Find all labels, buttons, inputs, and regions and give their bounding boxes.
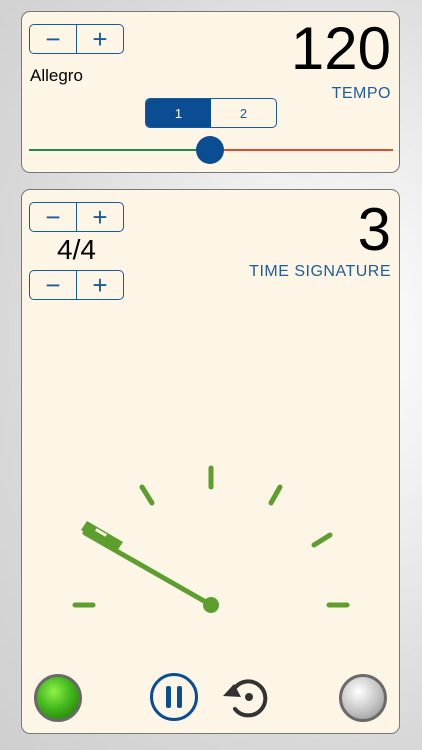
tempo-panel: − + Allegro 120 TEMPO 1 2	[21, 11, 400, 173]
reset-icon[interactable]	[220, 670, 274, 724]
tempo-value: 120	[290, 15, 391, 82]
pause-icon	[166, 686, 171, 708]
gray-light-icon[interactable]	[339, 674, 387, 722]
green-light-icon[interactable]	[34, 674, 82, 722]
tempo-slider-track-min[interactable]	[29, 149, 210, 151]
dial-tick	[311, 532, 333, 548]
tempo-name-label: Allegro	[30, 66, 83, 85]
tempo-increase-button[interactable]: +	[76, 25, 123, 53]
subdivision-segmented-control[interactable]: 1 2	[145, 98, 277, 128]
time-signature-panel: − + 4/4 − + 3 TIME SIGNATURE	[21, 189, 400, 734]
pendulum-dial	[72, 465, 350, 613]
pause-button[interactable]	[150, 673, 198, 721]
dial-tick	[139, 484, 155, 506]
tempo-caption: TEMPO	[331, 85, 391, 102]
tempo-stepper[interactable]: − +	[29, 24, 124, 54]
segment-1[interactable]: 1	[146, 99, 211, 127]
tempo-decrease-button[interactable]: −	[30, 25, 76, 53]
pause-icon	[177, 686, 182, 708]
tempo-slider-thumb[interactable]	[196, 136, 224, 164]
tempo-slider-track-max[interactable]	[210, 149, 393, 151]
pendulum-arm	[81, 521, 219, 613]
segment-2[interactable]: 2	[211, 99, 276, 127]
dial-tick	[268, 484, 283, 506]
